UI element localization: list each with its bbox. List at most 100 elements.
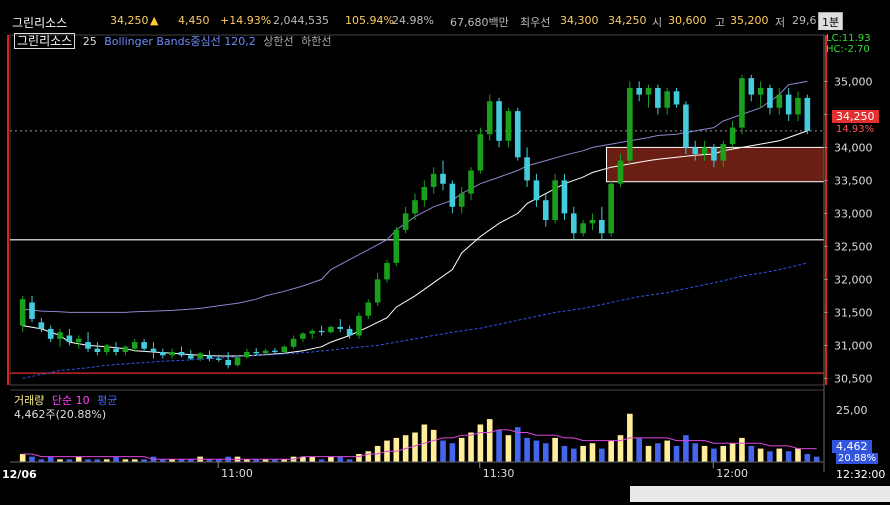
volume-bar-82 <box>785 451 792 462</box>
volume-bar-68 <box>655 443 661 462</box>
candle-body-24 <box>244 352 250 358</box>
best-bid-price: 34,250 <box>608 14 647 27</box>
price-tick-label-0: 30,500 <box>834 372 873 385</box>
volume-bar-50 <box>486 419 493 462</box>
candle-body-57 <box>552 180 558 220</box>
volume-bar-49 <box>477 424 484 462</box>
candle-body-19 <box>197 353 203 359</box>
volume-bar-45 <box>440 440 446 462</box>
candle-body-72 <box>692 147 699 154</box>
volume-bar-59 <box>570 448 577 462</box>
legend-indicator[interactable]: Bollinger Bands중심선 120,2 <box>104 35 256 48</box>
candle-body-14 <box>150 348 157 352</box>
candle-body-82 <box>785 94 792 115</box>
candle-body-51 <box>496 101 502 141</box>
legend-stock-label[interactable]: 그린리소스 <box>14 33 76 49</box>
low-label: 저 <box>775 16 786 29</box>
volume-bar-33 <box>328 456 334 462</box>
candle-body-66 <box>636 88 642 95</box>
candle-body-34 <box>337 326 344 329</box>
volume-bar-83 <box>795 448 801 462</box>
chart-area[interactable]: 30,500 31,000 31,500 32,000 32,500 33,000 33,5… <box>0 30 890 502</box>
volume-bar-69 <box>664 440 671 462</box>
candle-body-31 <box>309 330 316 334</box>
candle-body-27 <box>272 350 278 352</box>
candle-body-44 <box>430 173 437 187</box>
candle-body-4 <box>57 332 63 339</box>
candle-body-83 <box>795 97 801 115</box>
candle-body-43 <box>421 187 428 201</box>
up-arrow-icon: ▲ <box>150 14 159 27</box>
candle-body-64 <box>617 160 624 184</box>
chart-legend: 그린리소스 25 Bollinger Bands중심선 120,2 상한선 하한… <box>14 32 331 49</box>
open-price: 30,600 <box>668 14 707 27</box>
stock-name[interactable]: 그린리소스 <box>12 14 67 31</box>
high-label: 고 <box>715 16 726 29</box>
candle-body-56 <box>542 200 549 220</box>
legend-period: 25 <box>82 35 97 48</box>
candle-body-65 <box>627 88 633 161</box>
volume-bar-80 <box>767 451 773 462</box>
volume-bar-52 <box>505 435 512 462</box>
price-tick-label-9: 35,000 <box>834 75 873 88</box>
legend-upper: 상한선 <box>263 35 294 48</box>
change-percent: +14.93% <box>220 14 272 27</box>
best-ask-price: 34,300 <box>560 14 599 27</box>
volume-bar-10 <box>113 456 119 462</box>
volume-bar-47 <box>458 437 465 462</box>
lc-value: LC:11.93 <box>826 33 871 44</box>
volume-bar-72 <box>692 443 699 462</box>
volume-bar-74 <box>711 448 717 462</box>
candle-body-22 <box>225 359 231 366</box>
candle-body-67 <box>645 88 652 95</box>
candle-body-23 <box>234 357 241 366</box>
candle-body-35 <box>346 328 353 336</box>
volume-bar-44 <box>430 429 437 462</box>
scroll-toolbar[interactable] <box>630 486 890 502</box>
candle-body-53 <box>514 111 521 158</box>
candle-body-10 <box>113 348 119 352</box>
candle-body-21 <box>216 358 222 360</box>
volume-bar-51 <box>496 429 502 462</box>
volume-axis-top: 25,00 <box>836 404 868 417</box>
high-price: 35,200 <box>730 14 769 27</box>
candle-body-6 <box>75 338 82 343</box>
candle-body-55 <box>533 180 540 201</box>
candle-body-17 <box>178 352 185 356</box>
candle-body-60 <box>580 223 586 234</box>
price-tick-label-2: 31,500 <box>834 306 873 319</box>
candle-body-39 <box>384 262 390 280</box>
volume-bar-60 <box>580 445 586 462</box>
period-button[interactable]: 1분 <box>818 12 844 32</box>
volume-bar-79 <box>757 448 764 462</box>
candle-body-0 <box>19 299 26 326</box>
candle-body-52 <box>505 111 512 141</box>
candle-body-71 <box>683 104 689 148</box>
volume-bar-85 <box>813 456 820 462</box>
price-chart[interactable]: 30,500 31,000 31,500 32,000 32,500 33,000 33,5… <box>0 30 890 502</box>
price-tick-label-5: 33,000 <box>834 207 873 220</box>
volume-bar-36 <box>356 453 362 462</box>
candle-body-50 <box>486 101 493 135</box>
time-tick-label-1: 11:30 <box>483 467 515 480</box>
candle-body-70 <box>673 91 680 105</box>
candle-body-58 <box>561 180 568 214</box>
candle-body-49 <box>477 134 484 171</box>
hc-value: HC:-2.70 <box>826 44 870 55</box>
volume-bar-81 <box>776 448 783 462</box>
volume-bar-31 <box>309 456 316 462</box>
candle-body-68 <box>655 88 661 108</box>
turnover-rate: 24.98% <box>392 14 434 27</box>
current-price-tag: 34,250 <box>832 110 879 123</box>
candle-body-2 <box>38 322 45 329</box>
low-price: 29,6 <box>792 14 817 27</box>
candle-body-54 <box>524 157 530 181</box>
candle-body-8 <box>94 348 101 352</box>
candle-body-81 <box>776 94 783 108</box>
candle-body-20 <box>206 355 213 359</box>
volume-bar-62 <box>599 448 605 462</box>
volume-bar-84 <box>804 453 811 462</box>
price-tick-label-1: 31,000 <box>834 339 873 352</box>
volume-bar-67 <box>645 445 652 462</box>
last-time-label: 12:32:00 <box>836 468 886 481</box>
